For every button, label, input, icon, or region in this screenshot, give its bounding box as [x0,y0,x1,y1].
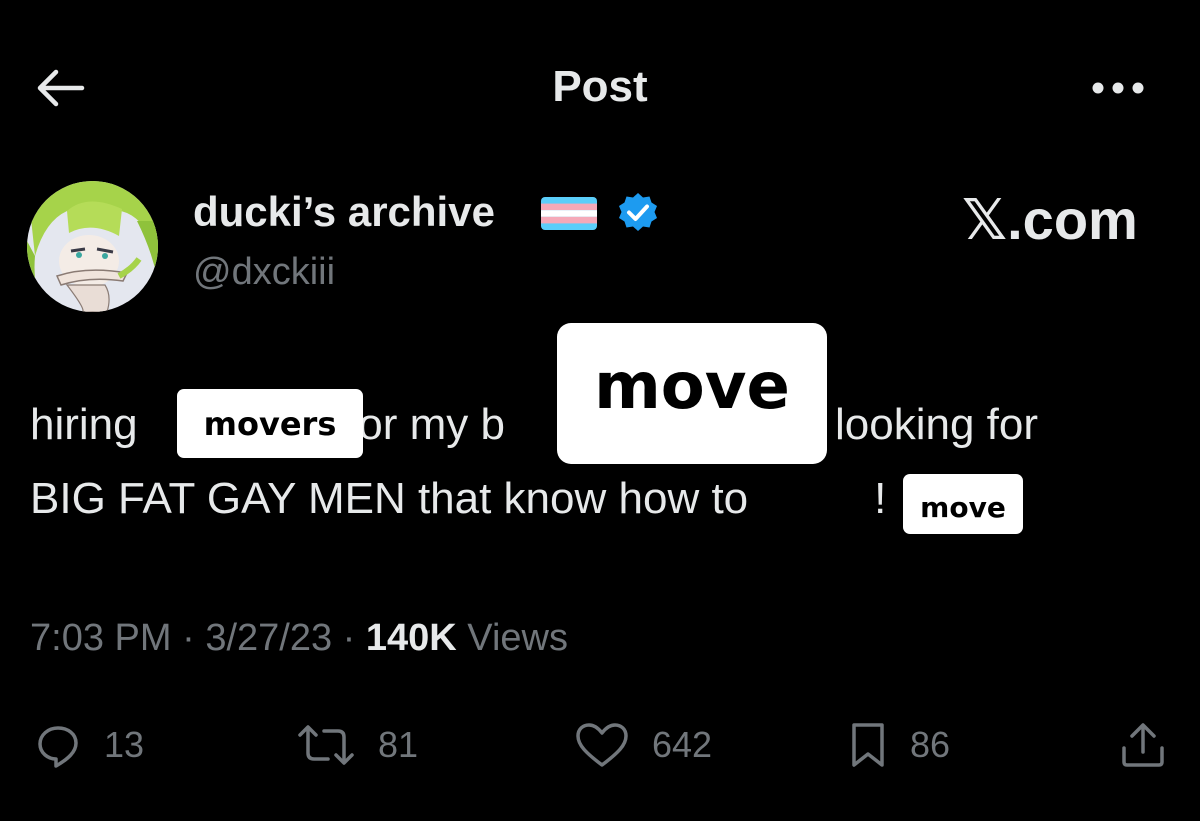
caption-sticker-move-small: move [903,474,1023,534]
repost-icon [298,725,354,765]
tweet-text-segment: looking for [835,400,1039,449]
repost-button[interactable]: 81 [296,720,418,770]
avatar[interactable] [27,181,158,312]
more-icon[interactable] [1088,70,1148,106]
caption-sticker-movers: movers [177,389,363,458]
tweet-text-segment: ! [874,474,887,523]
trans-flag-icon [541,197,597,230]
post-date[interactable]: 3/27/23 [205,617,332,659]
separator: · [171,617,206,659]
post-metadata: 7:03 PM · 3/27/23 · 140K Views [30,617,568,660]
separator: · [332,617,366,659]
bookmark-button[interactable]: 86 [848,720,950,770]
bookmark-count: 86 [910,724,951,765]
verified-icon[interactable] [616,191,660,235]
reply-icon [38,726,78,768]
views-count: 140K [365,617,457,659]
author-handle[interactable]: @dxckiii [193,251,335,294]
tweet-text-line-2: BIG FAT GAY MEN that know how to! [30,474,886,524]
share-icon [1122,723,1164,767]
bookmark-icon [852,723,884,767]
views-label: Views [456,617,568,659]
repost-count: 81 [378,724,419,765]
like-button[interactable]: 642 [574,720,712,770]
tweet-text-segment: hiring [30,400,150,449]
tweet-text-segment: BIG FAT GAY MEN that know how to [30,474,749,523]
post-time[interactable]: 7:03 PM [30,617,172,659]
reply-button[interactable]: 13 [34,720,144,770]
like-count: 642 [652,724,713,765]
share-button[interactable] [1118,720,1168,770]
reply-count: 13 [104,724,145,765]
page-title: Post [552,62,648,111]
like-icon [576,723,628,767]
author-display-name[interactable]: ducki’s archive [193,188,495,236]
caption-sticker-move-large: move [557,323,827,464]
site-watermark: 𝕏.com [962,188,1138,251]
